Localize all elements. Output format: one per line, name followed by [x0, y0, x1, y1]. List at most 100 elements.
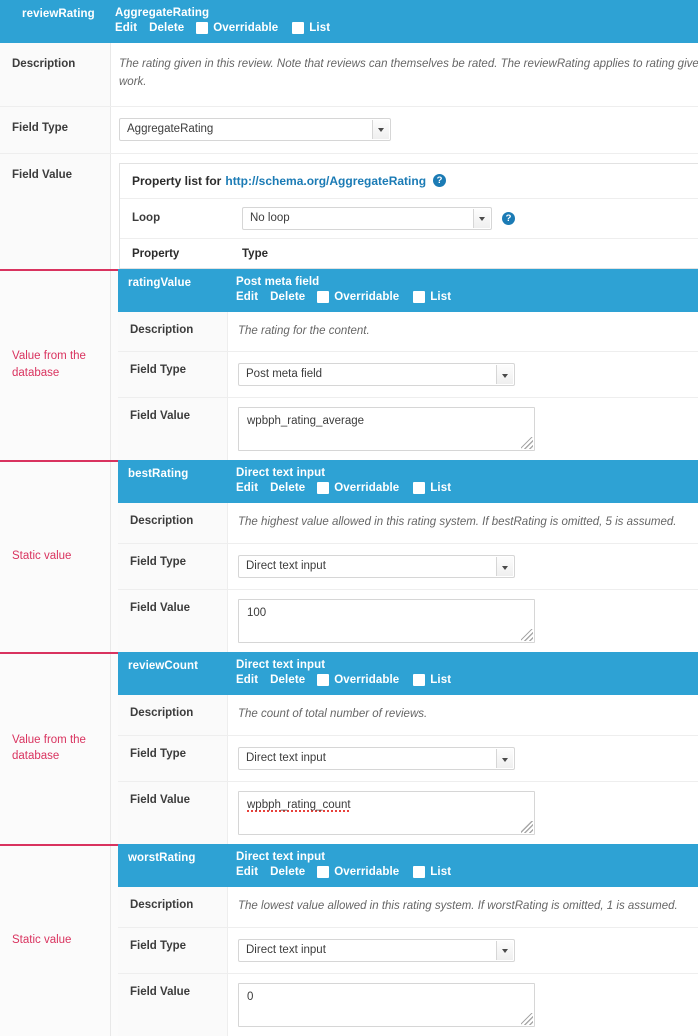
- loop-select[interactable]: No loop: [242, 206, 492, 230]
- resize-handle-icon[interactable]: [521, 629, 533, 642]
- annotated-property-block-ratingValue: Value from the database ratingValue Post…: [0, 268, 698, 461]
- field-value-textarea[interactable]: wpbph_rating_average: [238, 407, 535, 452]
- field-type-select[interactable]: Direct text input: [238, 747, 515, 771]
- property-actions: Edit Delete Overridable List: [236, 290, 698, 303]
- annotated-property-block-worstRating: Static value worstRating Direct text inp…: [0, 844, 698, 1036]
- property-header: ratingValue Post meta field Edit Delete …: [118, 268, 698, 312]
- chevron-down-icon[interactable]: [473, 208, 490, 228]
- overridable-checkbox[interactable]: [317, 290, 330, 303]
- overridable-checkbox-group[interactable]: Overridable: [317, 866, 400, 879]
- description-label: Description: [118, 695, 228, 736]
- overridable-checkbox[interactable]: [317, 866, 330, 879]
- overridable-label: Overridable: [334, 290, 400, 303]
- chevron-down-icon[interactable]: [496, 749, 513, 769]
- delete-link[interactable]: Delete: [270, 482, 305, 494]
- field-type-select[interactable]: Direct text input: [238, 938, 515, 962]
- list-checkbox[interactable]: [413, 674, 426, 687]
- property-actions: Edit Delete Overridable List: [115, 22, 688, 34]
- list-checkbox-group[interactable]: List: [413, 674, 452, 687]
- overridable-checkbox[interactable]: [317, 674, 330, 687]
- row-field-type: Field Type Direct text input: [118, 544, 698, 591]
- field-type-label: Field Type: [118, 736, 228, 782]
- field-value-textarea[interactable]: wpbph_rating_count: [238, 791, 535, 836]
- field-value-label: Field Value: [118, 398, 228, 461]
- property-blocks: Value from the database ratingValue Post…: [0, 268, 698, 1036]
- field-type-selected-value: Direct text input: [246, 943, 326, 956]
- overridable-checkbox-group[interactable]: Overridable: [317, 674, 399, 687]
- edit-link[interactable]: Edit: [236, 291, 258, 303]
- list-checkbox-group[interactable]: List: [292, 22, 330, 34]
- delete-link[interactable]: Delete: [270, 291, 305, 303]
- overridable-checkbox-group[interactable]: Overridable: [196, 22, 278, 34]
- field-type-selected-value: Direct text input: [246, 560, 326, 573]
- list-checkbox[interactable]: [292, 22, 305, 34]
- annotation-gutter: Static value: [0, 460, 118, 653]
- field-value-textarea[interactable]: 0: [238, 982, 535, 1027]
- help-icon[interactable]: ?: [502, 211, 515, 225]
- annotation-text: Static value: [12, 933, 72, 946]
- edit-link[interactable]: Edit: [236, 674, 258, 686]
- property-type: Post meta field: [236, 275, 320, 288]
- list-label: List: [430, 482, 452, 495]
- panel-heading-prefix: Property list for: [132, 173, 222, 188]
- overridable-label: Overridable: [213, 22, 279, 34]
- delete-link[interactable]: Delete: [149, 22, 184, 34]
- annotation-divider: [0, 268, 118, 271]
- list-checkbox[interactable]: [413, 866, 426, 879]
- overridable-checkbox-group[interactable]: Overridable: [317, 290, 400, 303]
- row-description: Description The highest value allowed in…: [118, 503, 698, 545]
- overridable-checkbox[interactable]: [317, 482, 330, 495]
- chevron-down-icon[interactable]: [496, 940, 513, 960]
- resize-handle-icon[interactable]: [521, 437, 533, 450]
- property-header: reviewCount Direct text input Edit Delet…: [118, 652, 698, 696]
- list-checkbox-group[interactable]: List: [413, 290, 451, 303]
- description-label: Description: [118, 503, 228, 544]
- description-label: Description: [0, 43, 111, 106]
- field-type-selected-value: Post meta field: [246, 368, 323, 381]
- property-name: reviewCount: [128, 660, 199, 673]
- field-value-text: wpbph_rating_average: [247, 415, 365, 428]
- property-header: bestRating Direct text input Edit Delete…: [118, 460, 698, 504]
- overridable-label: Overridable: [334, 866, 400, 879]
- row-field-value: Field Value wpbph_rating_count: [118, 782, 698, 845]
- edit-link[interactable]: Edit: [236, 482, 258, 494]
- description-text: The count of total number of reviews.: [238, 708, 428, 721]
- list-checkbox-group[interactable]: List: [413, 482, 452, 495]
- chevron-down-icon[interactable]: [496, 365, 513, 385]
- field-type-selected-value: AggregateRating: [127, 122, 214, 135]
- property-header: worstRating Direct text input Edit Delet…: [118, 844, 698, 888]
- field-type-select[interactable]: Direct text input: [238, 555, 515, 579]
- list-checkbox[interactable]: [413, 290, 426, 303]
- field-value-text: 100: [247, 607, 267, 620]
- help-icon[interactable]: ?: [433, 174, 447, 188]
- property-detail: bestRating Direct text input Edit Delete…: [118, 460, 698, 653]
- field-type-select[interactable]: AggregateRating: [119, 117, 391, 141]
- edit-link[interactable]: Edit: [115, 22, 137, 34]
- field-type-select[interactable]: Post meta field: [238, 363, 515, 387]
- column-header-property: Property: [132, 247, 180, 260]
- annotation-gutter: Static value: [0, 844, 118, 1036]
- resize-handle-icon[interactable]: [521, 821, 533, 834]
- edit-link[interactable]: Edit: [236, 866, 258, 878]
- annotation-divider: [0, 460, 118, 463]
- overridable-checkbox[interactable]: [196, 22, 209, 34]
- list-checkbox[interactable]: [413, 482, 426, 495]
- list-label: List: [430, 674, 452, 687]
- list-label: List: [430, 866, 452, 879]
- annotated-property-block-reviewCount: Value from the database reviewCount Dire…: [0, 652, 698, 845]
- property-actions: Edit Delete Overridable List: [236, 866, 698, 879]
- list-label: List: [309, 22, 331, 34]
- schema-url-link[interactable]: http://schema.org/AggregateRating: [225, 174, 426, 188]
- field-value-textarea[interactable]: 100: [238, 599, 535, 644]
- chevron-down-icon[interactable]: [372, 119, 389, 139]
- annotation-text: Value from the database: [12, 734, 86, 763]
- resize-handle-icon[interactable]: [521, 1012, 533, 1025]
- delete-link[interactable]: Delete: [270, 674, 305, 686]
- chevron-down-icon[interactable]: [496, 557, 513, 577]
- delete-link[interactable]: Delete: [270, 866, 305, 878]
- annotation-divider: [0, 652, 118, 655]
- list-checkbox-group[interactable]: List: [413, 866, 452, 879]
- annotation-gutter: Value from the database: [0, 268, 118, 461]
- loop-row: Loop No loop ?: [120, 199, 698, 239]
- overridable-checkbox-group[interactable]: Overridable: [317, 482, 399, 495]
